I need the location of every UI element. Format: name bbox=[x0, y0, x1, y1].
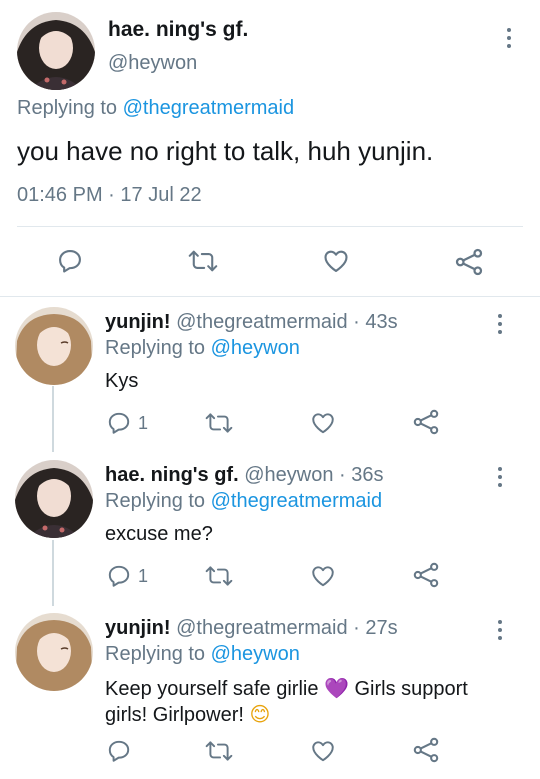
timestamp-separator: · bbox=[102, 184, 121, 206]
reply-icon bbox=[59, 250, 81, 273]
more-icon[interactable] bbox=[490, 467, 510, 487]
share-icon bbox=[413, 562, 439, 588]
retweet-icon bbox=[205, 741, 233, 761]
replying-to-link[interactable]: @thegreatmermaid bbox=[123, 97, 294, 119]
more-icon[interactable] bbox=[490, 314, 510, 334]
share-button[interactable] bbox=[454, 247, 484, 277]
reply-count: 1 bbox=[138, 565, 149, 586]
avatar[interactable] bbox=[15, 613, 93, 691]
share-button[interactable] bbox=[412, 561, 440, 589]
reply-button[interactable]: 1 bbox=[106, 563, 148, 589]
replying-to-line: Replying to @thegreatmermaid bbox=[17, 97, 294, 120]
reply-count: 1 bbox=[138, 412, 149, 433]
replying-to-link[interactable]: @heywon bbox=[211, 643, 300, 665]
like-button[interactable] bbox=[321, 247, 351, 275]
text-fragment: girls! Girlpower! bbox=[105, 704, 250, 726]
reply-icon bbox=[108, 412, 130, 434]
like-icon bbox=[312, 741, 334, 762]
text-fragment: Girls support bbox=[348, 678, 468, 700]
retweet-button[interactable] bbox=[188, 247, 218, 275]
purple-heart-emoji: 💜 bbox=[324, 678, 349, 700]
retweet-icon bbox=[205, 413, 233, 433]
handle-time[interactable]: @thegreatmermaid · 43s bbox=[176, 311, 398, 333]
reply-text: excuse me? bbox=[105, 523, 213, 545]
retweet-button[interactable] bbox=[205, 410, 233, 436]
like-button[interactable] bbox=[309, 410, 337, 436]
reply-header: yunjin! @thegreatmermaid · 43s bbox=[105, 311, 398, 334]
replying-to-link[interactable]: @thegreatmermaid bbox=[211, 490, 382, 512]
replying-prefix: Replying to bbox=[105, 490, 211, 512]
reply-text-line: Keep yourself safe girlie 💜 Girls suppor… bbox=[105, 676, 468, 702]
replying-prefix: Replying to bbox=[17, 97, 123, 119]
handle-time[interactable]: @thegreatmermaid · 27s bbox=[176, 617, 398, 639]
share-button[interactable] bbox=[412, 736, 440, 764]
replying-to-link[interactable]: @heywon bbox=[211, 337, 300, 359]
reply-button[interactable]: 1 bbox=[106, 410, 148, 436]
reply-button[interactable] bbox=[56, 247, 84, 275]
replying-to-line: Replying to @heywon bbox=[105, 643, 300, 666]
retweet-button[interactable] bbox=[205, 738, 233, 764]
share-icon bbox=[413, 737, 439, 763]
share-button[interactable] bbox=[412, 408, 440, 436]
thread-line bbox=[52, 386, 54, 452]
smile-emoji: 😊 bbox=[249, 704, 271, 726]
retweet-icon bbox=[188, 250, 218, 272]
avatar[interactable] bbox=[17, 12, 95, 90]
replying-prefix: Replying to bbox=[105, 643, 211, 665]
reply-text-line: girls! Girlpower! 😊 bbox=[105, 702, 468, 728]
tweet-date[interactable]: 17 Jul 22 bbox=[120, 184, 201, 206]
share-icon bbox=[455, 248, 483, 276]
display-name[interactable]: hae. ning's gf. bbox=[108, 18, 248, 42]
like-button[interactable] bbox=[309, 563, 337, 589]
display-name[interactable]: yunjin! bbox=[105, 311, 171, 333]
reply-header: hae. ning's gf. @heywon · 36s bbox=[105, 464, 383, 487]
display-name[interactable]: yunjin! bbox=[105, 617, 171, 639]
replying-to-line: Replying to @heywon bbox=[105, 337, 300, 360]
like-icon bbox=[324, 250, 348, 272]
replying-to-line: Replying to @thegreatmermaid bbox=[105, 490, 382, 513]
reply-icon bbox=[108, 740, 130, 762]
tweet-time[interactable]: 01:46 PM bbox=[17, 184, 103, 206]
retweet-icon bbox=[205, 566, 233, 586]
handle-time[interactable]: @heywon · 36s bbox=[244, 464, 383, 486]
avatar[interactable] bbox=[15, 307, 93, 385]
like-icon bbox=[312, 566, 334, 587]
thread-line bbox=[52, 540, 54, 606]
like-button[interactable] bbox=[309, 738, 337, 764]
retweet-button[interactable] bbox=[205, 563, 233, 589]
tweet-text: you have no right to talk, huh yunjin. bbox=[17, 136, 434, 166]
reply-icon bbox=[108, 565, 130, 587]
reply-header: yunjin! @thegreatmermaid · 27s bbox=[105, 617, 398, 640]
text-fragment: Keep yourself safe girlie bbox=[105, 678, 325, 700]
reply-text: Keep yourself safe girlie 💜 Girls suppor… bbox=[105, 676, 468, 728]
reply-text: Kys bbox=[105, 370, 139, 392]
avatar[interactable] bbox=[15, 460, 93, 538]
like-icon bbox=[312, 413, 334, 434]
reply-button[interactable] bbox=[106, 738, 132, 764]
more-icon[interactable] bbox=[490, 620, 510, 640]
more-icon[interactable] bbox=[499, 28, 519, 48]
handle[interactable]: @heywon bbox=[108, 52, 197, 75]
share-icon bbox=[413, 409, 439, 435]
timestamp-divider bbox=[17, 226, 523, 227]
divider bbox=[0, 296, 540, 297]
display-name[interactable]: hae. ning's gf. bbox=[105, 464, 239, 486]
timestamp: 01:46 PM · 17 Jul 22 bbox=[17, 184, 202, 207]
replying-prefix: Replying to bbox=[105, 337, 211, 359]
